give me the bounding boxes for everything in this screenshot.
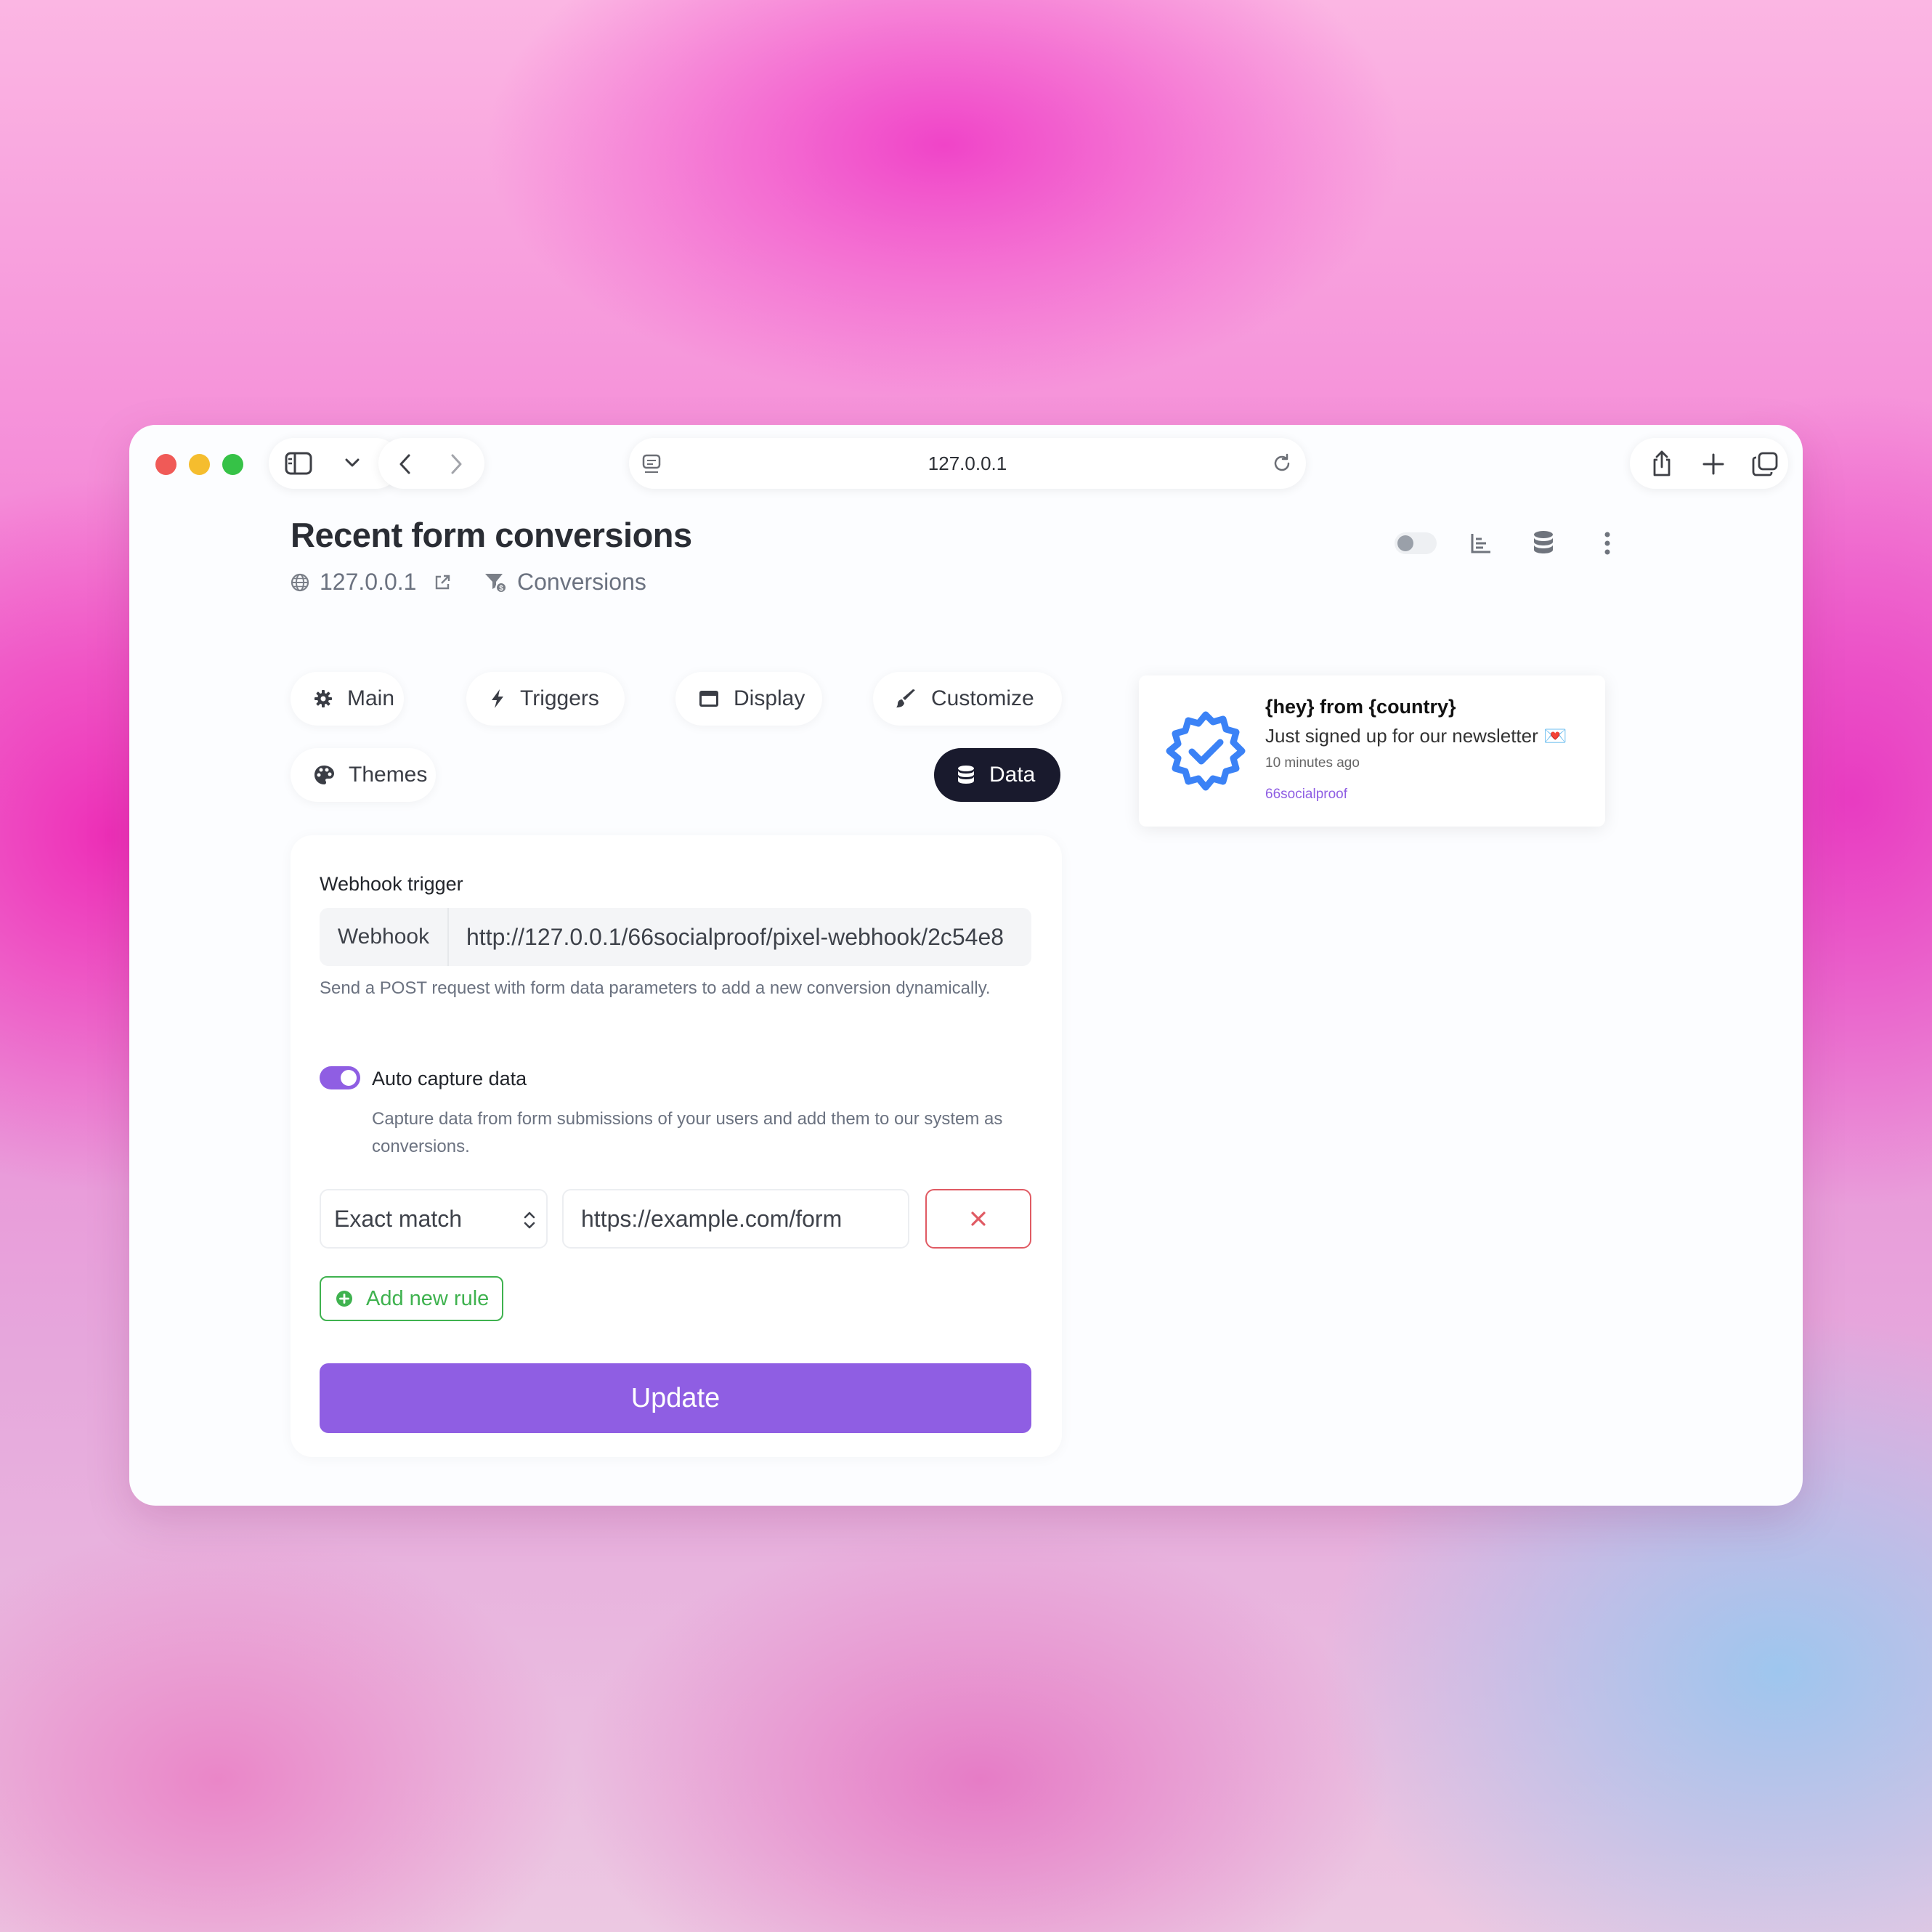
- select-arrows-icon: [523, 1209, 536, 1231]
- tab-data-label: Data: [989, 763, 1036, 787]
- toolbar-actions: [1630, 438, 1788, 489]
- add-new-rule-label: Add new rule: [366, 1286, 490, 1310]
- tab-customize[interactable]: Customize: [873, 672, 1062, 726]
- address-bar[interactable]: 127.0.0.1: [629, 438, 1306, 489]
- zoom-window-button[interactable]: [222, 454, 243, 475]
- rule-value-text: https://example.com/form: [581, 1205, 843, 1232]
- delete-rule-button[interactable]: [925, 1189, 1031, 1249]
- sidebar-icon[interactable]: [285, 452, 312, 475]
- add-new-rule-button[interactable]: Add new rule: [320, 1276, 504, 1321]
- rule-type-select[interactable]: Exact match: [320, 1189, 548, 1249]
- window-icon: [699, 690, 719, 707]
- tab-overview-icon[interactable]: [1752, 452, 1778, 476]
- globe-icon: [291, 573, 309, 592]
- rule-type-value: Exact match: [334, 1205, 463, 1232]
- tab-data[interactable]: Data: [934, 748, 1060, 802]
- back-arrow-icon[interactable]: [399, 453, 412, 475]
- notification-preview: {hey} from {country} Just signed up for …: [1139, 675, 1605, 827]
- webhook-url-group: Webhook http://127.0.0.1/66socialproof/p…: [320, 908, 1031, 966]
- close-icon: [970, 1211, 986, 1227]
- verified-badge-icon: [1165, 710, 1246, 792]
- webhook-trigger-label: Webhook trigger: [320, 873, 463, 895]
- tab-customize-label: Customize: [931, 686, 1034, 710]
- close-window-button[interactable]: [155, 454, 176, 475]
- navigation-group: [378, 438, 484, 489]
- status-toggle[interactable]: [1395, 532, 1437, 554]
- update-button[interactable]: Update: [320, 1363, 1031, 1433]
- domain-link[interactable]: 127.0.0.1: [291, 569, 451, 596]
- paintbrush-icon: [896, 689, 917, 709]
- plus-circle-icon: [336, 1290, 353, 1307]
- tab-display-label: Display: [734, 686, 805, 710]
- svg-text:$: $: [499, 585, 503, 593]
- share-icon[interactable]: [1650, 450, 1673, 477]
- tab-triggers-label: Triggers: [520, 686, 599, 710]
- webhook-addon: Webhook: [320, 908, 449, 966]
- tab-themes[interactable]: Themes: [291, 748, 436, 802]
- tab-display[interactable]: Display: [675, 672, 822, 726]
- minimize-window-button[interactable]: [189, 454, 210, 475]
- domain-text: 127.0.0.1: [320, 569, 417, 595]
- url-text: 127.0.0.1: [928, 452, 1007, 474]
- auto-capture-toggle[interactable]: [320, 1066, 360, 1089]
- auto-capture-label: Auto capture data: [372, 1068, 527, 1089]
- preview-time: 10 minutes ago: [1265, 755, 1360, 771]
- notification-type: $ Conversions: [484, 569, 646, 596]
- data-settings-card: Webhook trigger Webhook http://127.0.0.1…: [291, 835, 1062, 1457]
- preview-title: {hey} from {country}: [1265, 696, 1456, 718]
- auto-capture-help-text: Capture data from form submissions of yo…: [372, 1109, 1003, 1156]
- tab-main[interactable]: Main: [291, 672, 404, 726]
- preview-description: Just signed up for our newsletter 💌: [1265, 725, 1567, 747]
- more-options-icon[interactable]: [1604, 532, 1611, 555]
- webhook-help-text: Send a POST request with form data param…: [320, 978, 991, 998]
- auto-capture-toggle-knob: [341, 1070, 357, 1086]
- bolt-icon: [490, 689, 506, 709]
- palette-icon: [314, 765, 334, 785]
- tab-themes-label: Themes: [349, 763, 428, 787]
- preview-branding[interactable]: 66socialproof: [1265, 787, 1347, 803]
- type-text: Conversions: [517, 569, 646, 595]
- rule-value-input[interactable]: https://example.com/form: [562, 1189, 909, 1249]
- tab-triggers[interactable]: Triggers: [466, 672, 625, 726]
- forward-arrow-icon[interactable]: [450, 453, 463, 475]
- browser-window: 127.0.0.1 Recent form conversions 127.0.…: [129, 425, 1803, 1506]
- webhook-url-field[interactable]: http://127.0.0.1/66socialproof/pixel-web…: [449, 924, 1031, 951]
- page-title: Recent form conversions: [291, 516, 692, 554]
- external-link-icon: [434, 574, 451, 591]
- funnel-dollar-icon: $: [484, 572, 507, 593]
- statistics-icon[interactable]: [1470, 532, 1492, 554]
- database-icon: [957, 765, 975, 785]
- status-toggle-knob: [1397, 535, 1413, 551]
- chevron-down-icon[interactable]: [344, 457, 360, 468]
- gear-icon: [314, 689, 333, 708]
- new-tab-plus-icon[interactable]: [1702, 453, 1724, 475]
- database-icon[interactable]: [1533, 530, 1554, 555]
- tab-main-label: Main: [347, 686, 395, 710]
- reload-icon[interactable]: [1271, 452, 1293, 474]
